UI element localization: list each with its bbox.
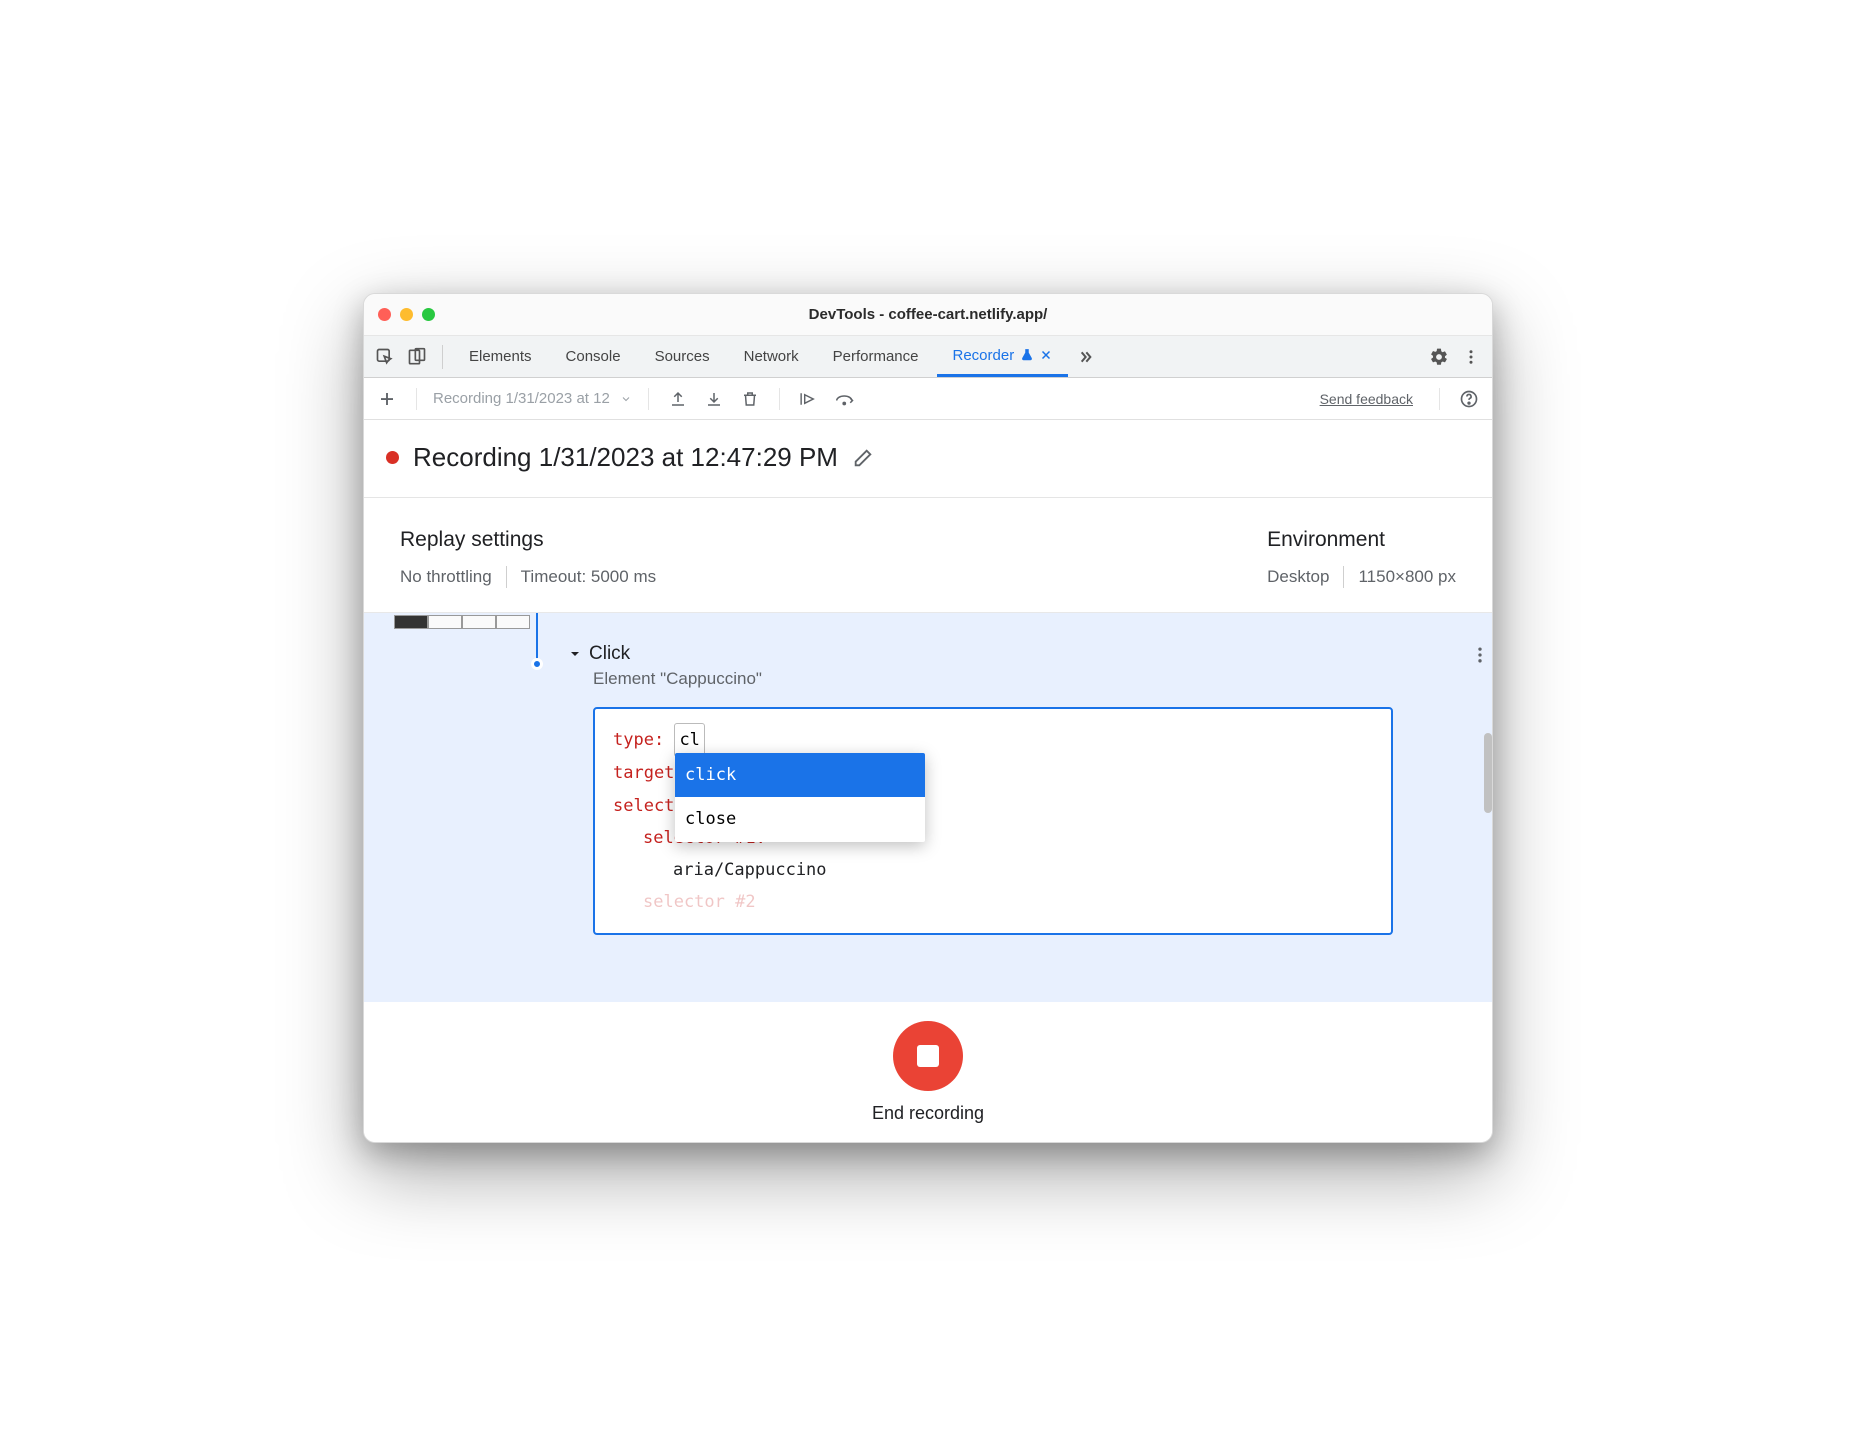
timeline-node[interactable] (531, 658, 543, 670)
close-tab-icon[interactable] (1040, 349, 1052, 361)
step-header[interactable]: Click (569, 643, 1452, 665)
step-over-icon[interactable] (832, 386, 858, 412)
step-subtitle: Element "Cappuccino" (569, 669, 1452, 689)
step-menu-icon[interactable] (1470, 645, 1490, 665)
autocomplete-popup: click close (675, 753, 925, 842)
autocomplete-option-click[interactable]: click (675, 753, 925, 797)
close-window-button[interactable] (378, 308, 391, 321)
recording-indicator-icon (386, 451, 399, 464)
divider (779, 388, 780, 410)
tab-recorder-label: Recorder (953, 347, 1015, 364)
recording-title: Recording 1/31/2023 at 12:47:29 PM (413, 442, 838, 473)
field-target-key: target (613, 763, 674, 783)
tab-elements[interactable]: Elements (453, 336, 548, 377)
panel-tabbar: Elements Console Sources Network Perform… (364, 336, 1492, 378)
recording-dropdown-label: Recording 1/31/2023 at 12 (433, 390, 610, 407)
window-title: DevTools - coffee-cart.netlify.app/ (364, 306, 1492, 323)
flask-icon (1020, 348, 1034, 362)
step-play-icon[interactable] (796, 386, 822, 412)
tab-performance[interactable]: Performance (817, 336, 935, 377)
end-recording-label: End recording (872, 1103, 984, 1124)
divider (1343, 566, 1344, 588)
stop-icon (917, 1045, 939, 1067)
timeline-track (536, 613, 538, 663)
chevron-down-icon (620, 393, 632, 405)
field-selector1-value[interactable]: aria/Cappuccino (673, 860, 827, 880)
send-feedback-link[interactable]: Send feedback (1320, 391, 1413, 407)
replay-settings: Replay settings No throttling Timeout: 5… (400, 528, 656, 588)
collapse-caret-icon[interactable] (569, 648, 581, 660)
divider (442, 345, 443, 369)
screenshot-thumbnails[interactable] (394, 615, 530, 629)
step-title: Click (589, 643, 630, 665)
field-type-key: type (613, 730, 654, 750)
recording-footer: End recording (364, 1002, 1492, 1142)
more-tabs-icon[interactable] (1070, 342, 1100, 372)
recording-title-row: Recording 1/31/2023 at 12:47:29 PM (364, 420, 1492, 498)
settings-gear-icon[interactable] (1424, 342, 1454, 372)
divider (648, 388, 649, 410)
field-selector2-key: selector #2 (643, 892, 756, 912)
edit-title-icon[interactable] (852, 447, 874, 469)
divider (506, 566, 507, 588)
minimize-window-button[interactable] (400, 308, 413, 321)
environment-settings: Environment Desktop 1150×800 px (1267, 528, 1456, 588)
replay-settings-heading: Replay settings (400, 528, 656, 552)
divider (416, 388, 417, 410)
inspect-element-icon[interactable] (370, 342, 400, 372)
tab-sources[interactable]: Sources (639, 336, 726, 377)
titlebar: DevTools - coffee-cart.netlify.app/ (364, 294, 1492, 336)
divider (1439, 388, 1440, 410)
maximize-window-button[interactable] (422, 308, 435, 321)
throttling-value[interactable]: No throttling (400, 567, 492, 587)
scrollbar-thumb[interactable] (1484, 733, 1492, 813)
new-recording-icon[interactable] (374, 386, 400, 412)
recorder-toolbar: Recording 1/31/2023 at 12 Send feedback (364, 378, 1492, 420)
environment-heading: Environment (1267, 528, 1456, 552)
tab-network[interactable]: Network (728, 336, 815, 377)
tab-recorder[interactable]: Recorder (937, 336, 1069, 377)
settings-panel: Replay settings No throttling Timeout: 5… (364, 498, 1492, 613)
timeline-area: Click Element "Cappuccino" type: cl targ… (364, 613, 1492, 1002)
delete-icon[interactable] (737, 386, 763, 412)
viewport-value[interactable]: 1150×800 px (1358, 567, 1456, 587)
kebab-menu-icon[interactable] (1456, 342, 1486, 372)
export-icon[interactable] (665, 386, 691, 412)
tab-console[interactable]: Console (550, 336, 637, 377)
import-icon[interactable] (701, 386, 727, 412)
device-value[interactable]: Desktop (1267, 567, 1329, 587)
recording-dropdown[interactable]: Recording 1/31/2023 at 12 (433, 390, 632, 407)
device-toolbar-icon[interactable] (402, 342, 432, 372)
step-editor[interactable]: type: cl target selectors selector #1: a… (593, 707, 1393, 935)
autocomplete-option-close[interactable]: close (675, 797, 925, 841)
timeout-value[interactable]: Timeout: 5000 ms (521, 567, 656, 587)
end-recording-button[interactable] (893, 1021, 963, 1091)
step-click: Click Element "Cappuccino" type: cl targ… (569, 643, 1452, 935)
devtools-window: DevTools - coffee-cart.netlify.app/ Elem… (363, 293, 1493, 1143)
traffic-lights (378, 308, 435, 321)
help-icon[interactable] (1456, 386, 1482, 412)
